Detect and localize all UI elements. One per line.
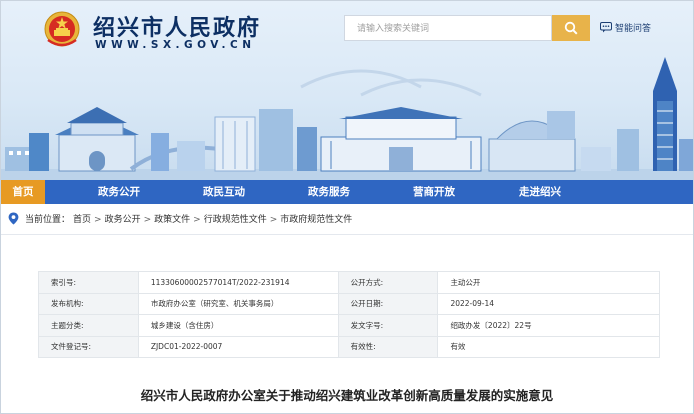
- info-value: 市政府办公室（研究室、机关事务局）: [137, 292, 339, 315]
- info-value: 绍政办发〔2022〕22号: [437, 314, 660, 337]
- breadcrumb-label: 当前位置：: [25, 215, 71, 225]
- info-value: 有效: [437, 335, 660, 358]
- breadcrumb-separator: >: [94, 215, 102, 225]
- national-emblem-icon: [44, 11, 80, 47]
- document-title: 绍兴市人民政府办公室关于推动绍兴建筑业改革创新高质量发展的实施意见: [140, 388, 554, 403]
- site-domain: WWW.SX.GOV.CN: [95, 39, 256, 51]
- smart-qa-label: 智能问答: [615, 23, 652, 34]
- info-key: 文件登记号:: [38, 335, 139, 358]
- chat-bubble-icon: [600, 21, 612, 32]
- info-key: 发布机构:: [38, 292, 139, 315]
- table-row: 发布机构: 市政府办公室（研究室、机关事务局） 公开日期: 2022-09-14: [38, 292, 660, 315]
- smart-qa-button[interactable]: 智能问答: [600, 17, 664, 37]
- breadcrumb-normative-docs[interactable]: 行政规范性文件: [204, 215, 267, 225]
- nav-item-about-shaoxing[interactable]: 走进绍兴: [519, 180, 561, 204]
- info-value: 城乡建设（含住房）: [137, 314, 339, 337]
- city-skyline-illustration: [1, 57, 693, 180]
- info-key: 公开方式:: [337, 271, 439, 294]
- info-key: 公开日期:: [337, 292, 439, 315]
- table-row: 索引号: 11330600002577014T/2022-231914 公开方式…: [38, 271, 660, 294]
- info-value: 主动公开: [437, 271, 660, 294]
- header-banner: 绍兴市人民政府 WWW.SX.GOV.CN 智能问答: [1, 1, 693, 180]
- info-key: 主题分类:: [38, 314, 139, 337]
- document-info-table: 索引号: 11330600002577014T/2022-231914 公开方式…: [38, 271, 660, 358]
- nav-item-gov-services[interactable]: 政务服务: [308, 180, 350, 204]
- table-row: 主题分类: 城乡建设（含住房） 发文字号: 绍政办发〔2022〕22号: [38, 314, 660, 337]
- breadcrumb-home[interactable]: 首页: [73, 215, 91, 225]
- info-value: ZJDC01-2022-0007: [137, 335, 339, 358]
- info-key: 索引号:: [38, 271, 139, 294]
- search-icon: [564, 21, 578, 35]
- table-row: 文件登记号: ZJDC01-2022-0007 有效性: 有效: [38, 335, 660, 358]
- nav-item-business-open[interactable]: 营商开放: [413, 180, 455, 204]
- nav-item-home[interactable]: 首页: [1, 180, 45, 204]
- location-pin-icon: [8, 212, 19, 225]
- breadcrumb: 当前位置： 首页 > 政务公开 > 政策文件 > 行政规范性文件 > 市政府规范性文件: [1, 204, 693, 235]
- breadcrumb-separator: >: [143, 215, 152, 225]
- search-input[interactable]: [345, 17, 547, 41]
- main-nav: 首页 政务公开 政民互动 政务服务 营商开放 走进绍兴: [1, 180, 693, 204]
- search-button[interactable]: [552, 15, 590, 41]
- search-box: [344, 15, 552, 41]
- breadcrumb-separator: >: [269, 215, 278, 225]
- breadcrumb-city-gov-normative-docs[interactable]: 市政府规范性文件: [280, 215, 352, 225]
- info-value: 2022-09-14: [437, 292, 660, 315]
- breadcrumb-gov-affairs-open[interactable]: 政务公开: [105, 215, 141, 225]
- breadcrumb-policy-docs[interactable]: 政策文件: [154, 215, 190, 225]
- breadcrumb-separator: >: [193, 215, 201, 225]
- info-value: 11330600002577014T/2022-231914: [137, 271, 339, 294]
- page-frame: 绍兴市人民政府 WWW.SX.GOV.CN 智能问答: [0, 0, 694, 414]
- site-name[interactable]: 绍兴市人民政府: [93, 10, 261, 42]
- nav-item-citizen-interaction[interactable]: 政民互动: [203, 180, 245, 204]
- nav-item-gov-affairs-open[interactable]: 政务公开: [98, 180, 140, 204]
- info-key: 有效性:: [337, 335, 439, 358]
- info-key: 发文字号:: [337, 314, 439, 337]
